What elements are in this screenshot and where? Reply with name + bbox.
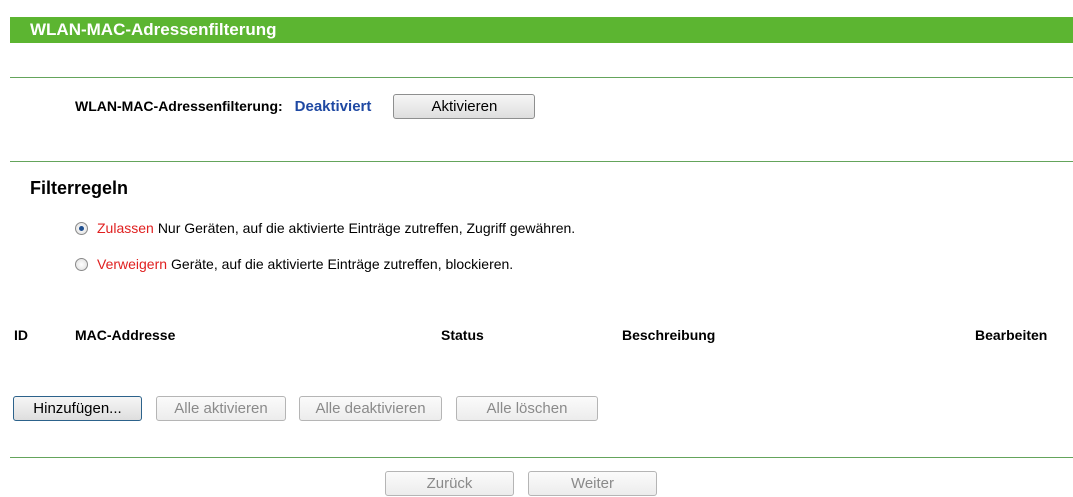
page-title: WLAN-MAC-Adressenfilterung [10, 17, 1073, 43]
divider [10, 77, 1073, 78]
filtering-status-row: WLAN-MAC-Adressenfilterung: Deaktiviert … [75, 93, 536, 119]
column-header-description: Beschreibung [622, 327, 716, 343]
enable-filtering-button[interactable]: Aktivieren [393, 93, 536, 119]
filter-rules-title: Filterregeln [30, 178, 129, 198]
column-header-status: Status [441, 327, 484, 343]
column-header-mac-address: MAC-Addresse [75, 327, 176, 343]
delete-all-button[interactable]: Alle löschen [456, 396, 598, 421]
divider [10, 161, 1073, 162]
next-button[interactable]: Weiter [528, 471, 657, 496]
rule-allow-option[interactable]: Zulassen Nur Geräten, auf die aktivierte… [75, 220, 575, 236]
deny-radio[interactable] [75, 257, 88, 271]
rule-deny-option[interactable]: Verweigern Geräte, auf die aktivierte Ei… [75, 256, 513, 272]
deny-keyword: Verweigern [97, 256, 168, 272]
filtering-label: WLAN-MAC-Adressenfilterung: [75, 98, 283, 114]
column-header-edit: Bearbeiten [975, 327, 1048, 343]
allow-radio[interactable] [75, 221, 88, 235]
back-button[interactable]: Zurück [385, 471, 514, 496]
deny-description: Geräte, auf die aktivierte Einträge zutr… [171, 256, 514, 272]
divider [10, 457, 1073, 458]
disable-all-button[interactable]: Alle deaktivieren [299, 396, 442, 421]
filtering-status-value: Deaktiviert [294, 97, 372, 115]
enable-all-button[interactable]: Alle aktivieren [156, 396, 286, 421]
add-entry-button[interactable]: Hinzufügen... [13, 396, 142, 421]
column-header-id: ID [14, 327, 28, 343]
allow-keyword: Zulassen [97, 220, 154, 236]
allow-description: Nur Geräten, auf die aktivierte Einträge… [157, 220, 576, 236]
